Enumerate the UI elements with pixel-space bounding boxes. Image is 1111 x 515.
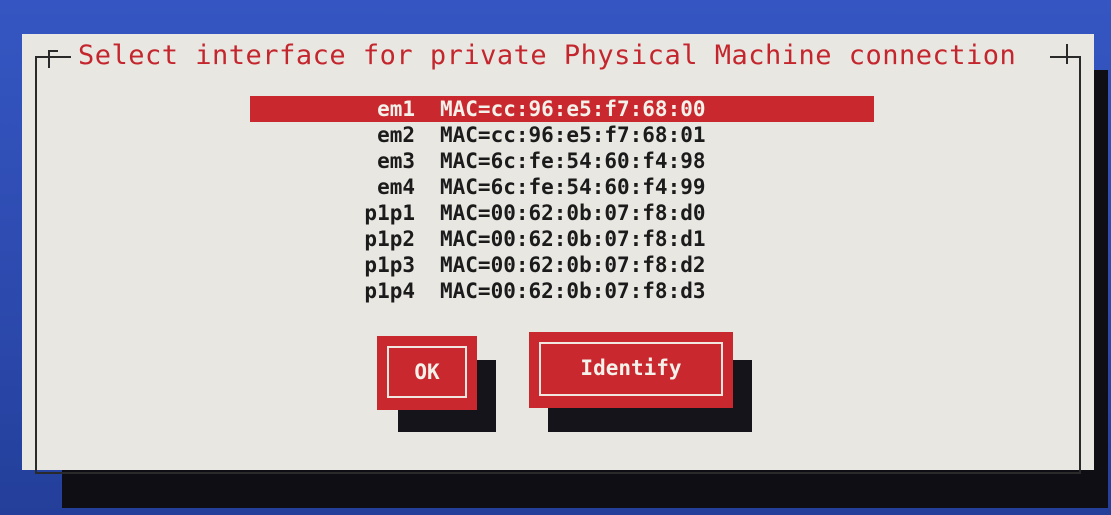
- interface-mac: MAC=cc:96:e5:f7:68:00: [440, 97, 706, 121]
- ok-button-label: OK: [414, 360, 440, 384]
- interface-name: p1p2: [364, 227, 415, 251]
- interface-mac: MAC=6c:fe:54:60:f4:98: [440, 149, 706, 173]
- list-item-em3[interactable]: em3 MAC=6c:fe:54:60:f4:98: [250, 148, 874, 174]
- interface-mac: MAC=cc:96:e5:f7:68:01: [440, 123, 706, 147]
- interface-mac: MAC=00:62:0b:07:f8:d3: [440, 279, 706, 303]
- identify-button[interactable]: Identify: [529, 332, 733, 408]
- interface-name: em1: [377, 97, 415, 121]
- interface-mac: MAC=00:62:0b:07:f8:d0: [440, 201, 706, 225]
- list-item-p1p4[interactable]: p1p4 MAC=00:62:0b:07:f8:d3: [250, 278, 874, 304]
- dialog-shadow: [62, 470, 1094, 508]
- interface-name: p1p3: [364, 253, 415, 277]
- interface-name: p1p4: [364, 279, 415, 303]
- list-item-em4[interactable]: em4 MAC=6c:fe:54:60:f4:99: [250, 174, 874, 200]
- list-item-em2[interactable]: em2 MAC=cc:96:e5:f7:68:01: [250, 122, 874, 148]
- interface-name: p1p1: [364, 201, 415, 225]
- title-bracket-right: [1066, 44, 1074, 64]
- interface-list[interactable]: em1 MAC=cc:96:e5:f7:68:00 em2 MAC=cc:96:…: [250, 96, 874, 304]
- identify-button-label: Identify: [580, 356, 682, 380]
- interface-mac: MAC=00:62:0b:07:f8:d1: [440, 227, 706, 251]
- list-item-p1p3[interactable]: p1p3 MAC=00:62:0b:07:f8:d2: [250, 252, 874, 278]
- list-item-p1p1[interactable]: p1p1 MAC=00:62:0b:07:f8:d0: [250, 200, 874, 226]
- list-item-em1[interactable]: em1 MAC=cc:96:e5:f7:68:00: [250, 96, 874, 122]
- interface-mac: MAC=6c:fe:54:60:f4:99: [440, 175, 706, 199]
- dialog-title: Select interface for private Physical Ma…: [78, 40, 1017, 71]
- interface-name: em3: [377, 149, 415, 173]
- title-bracket-left: [48, 50, 58, 68]
- interface-name: em4: [377, 175, 415, 199]
- interface-mac: MAC=00:62:0b:07:f8:d2: [440, 253, 706, 277]
- ok-button[interactable]: OK: [377, 336, 477, 410]
- list-item-p1p2[interactable]: p1p2 MAC=00:62:0b:07:f8:d1: [250, 226, 874, 252]
- interface-name: em2: [377, 123, 415, 147]
- dialog-shadow-right: [1094, 70, 1108, 508]
